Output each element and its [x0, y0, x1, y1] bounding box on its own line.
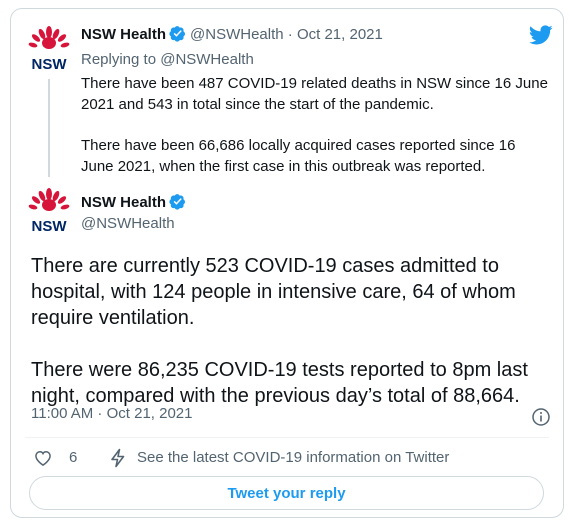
author-handle[interactable]: @NSWHealth: [190, 26, 284, 43]
author-name[interactable]: NSW Health: [81, 26, 166, 43]
embedded-tweet-card: NSW NSW Health @NSWHealth · Oct 21, 2021 …: [10, 8, 564, 518]
tweet-date[interactable]: Oct 21, 2021: [297, 26, 383, 43]
separator: ·: [287, 26, 293, 43]
tweet-paragraph: There have been 487 COVID-19 related dea…: [81, 75, 548, 113]
quoted-tweet-body: There have been 487 COVID-19 related dea…: [81, 73, 551, 197]
nsw-health-avatar[interactable]: NSW: [23, 185, 75, 237]
nsw-logo-text: NSW: [32, 56, 68, 73]
covid-info-link[interactable]: See the latest COVID-19 information on T…: [137, 449, 449, 466]
divider: [25, 437, 549, 438]
main-author-handle[interactable]: @NSWHealth: [81, 215, 175, 232]
quoted-tweet-header: NSW Health @NSWHealth · Oct 21, 2021: [81, 25, 383, 43]
main-author-name[interactable]: NSW Health: [81, 193, 190, 211]
nsw-health-avatar[interactable]: NSW: [23, 23, 75, 75]
lightning-icon[interactable]: [109, 448, 127, 468]
like-count[interactable]: 6: [69, 449, 77, 466]
tweet-paragraph: There are currently 523 COVID-19 cases a…: [31, 255, 516, 329]
replying-to[interactable]: Replying to @NSWHealth: [81, 51, 254, 68]
tweet-paragraph: There have been 66,686 locally acquired …: [81, 137, 516, 175]
author-name[interactable]: NSW Health: [81, 194, 166, 211]
info-icon[interactable]: [531, 407, 551, 427]
twitter-bird-icon[interactable]: [527, 23, 555, 47]
nsw-logo-text: NSW: [32, 218, 68, 235]
tweet-timestamp[interactable]: 11:00 AM · Oct 21, 2021: [31, 405, 192, 422]
heart-icon[interactable]: [33, 448, 53, 468]
verified-badge-icon: [169, 26, 186, 42]
verified-badge-icon: [169, 194, 186, 210]
tweet-paragraph: There were 86,235 COVID-19 tests reporte…: [31, 359, 528, 407]
tweet-your-reply-button[interactable]: Tweet your reply: [29, 476, 544, 510]
thread-connector: [48, 79, 50, 177]
